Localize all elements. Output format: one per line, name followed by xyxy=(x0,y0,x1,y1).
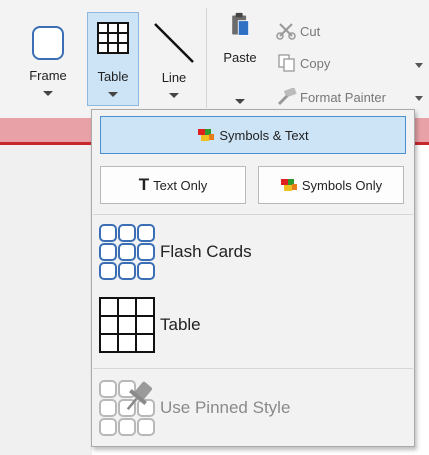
flash-cards-label: Flash Cards xyxy=(160,242,252,261)
symbols-and-text-label: Symbols & Text xyxy=(219,127,309,143)
scissors-icon xyxy=(276,23,296,40)
paste-label: Paste xyxy=(223,50,257,65)
line-label: Line xyxy=(161,70,187,85)
frame-label: Frame xyxy=(29,68,67,83)
table-item[interactable]: Table xyxy=(98,295,410,355)
menu-separator xyxy=(93,214,413,215)
symbols-only-label: Symbols Only xyxy=(301,177,383,193)
pin-icon xyxy=(99,380,155,436)
frame-button[interactable]: Frame xyxy=(22,10,74,106)
chevron-down-icon xyxy=(169,93,179,98)
table-button[interactable]: Table xyxy=(87,12,139,106)
paste-clipboard-icon xyxy=(232,12,250,36)
frame-icon xyxy=(32,26,64,60)
paste-button[interactable]: Paste xyxy=(212,8,268,104)
line-button[interactable]: Line xyxy=(148,10,200,106)
text-only-button[interactable]: T Text Only xyxy=(100,166,246,204)
table-label: Table xyxy=(97,69,129,84)
symbols-icon xyxy=(280,178,298,192)
line-icon xyxy=(154,23,194,63)
text-only-label: Text Only xyxy=(153,177,208,193)
chevron-down-icon xyxy=(235,99,245,104)
use-pinned-style-label: Use Pinned Style xyxy=(160,398,291,417)
document-area xyxy=(0,145,92,455)
copy-icon xyxy=(278,54,295,72)
flash-cards-item[interactable]: Flash Cards xyxy=(98,222,410,282)
cut-button[interactable]: Cut xyxy=(276,20,320,42)
document-tab-strip xyxy=(0,118,96,145)
menu-separator xyxy=(93,368,413,369)
table-style-dropdown: Symbols & Text T Text Only Symbols Only xyxy=(91,109,415,447)
text-t-icon: T xyxy=(138,175,150,194)
ribbon-separator xyxy=(206,8,207,108)
chevron-down-icon xyxy=(43,91,53,96)
table-item-label: Table xyxy=(160,315,201,334)
copy-label: Copy xyxy=(300,55,331,71)
chevron-down-icon[interactable] xyxy=(415,63,423,68)
symbols-icon xyxy=(197,128,215,142)
symbols-only-button[interactable]: Symbols Only xyxy=(258,166,404,204)
chevron-down-icon[interactable] xyxy=(415,96,423,101)
cut-label: Cut xyxy=(300,23,321,39)
flash-cards-icon xyxy=(99,224,155,280)
copy-button[interactable]: Copy xyxy=(276,52,330,74)
table-grid-icon xyxy=(99,297,155,353)
table-grid-icon xyxy=(97,22,129,54)
symbols-and-text-button[interactable]: Symbols & Text xyxy=(100,116,406,154)
format-painter-button[interactable]: Format Painter xyxy=(276,86,386,108)
brush-icon xyxy=(277,88,297,106)
format-painter-label: Format Painter xyxy=(300,89,386,105)
chevron-down-icon xyxy=(108,92,118,97)
use-pinned-style-item[interactable]: Use Pinned Style xyxy=(98,378,410,438)
ribbon: Frame Table Line Paste Cut Copy Format P… xyxy=(0,0,429,118)
